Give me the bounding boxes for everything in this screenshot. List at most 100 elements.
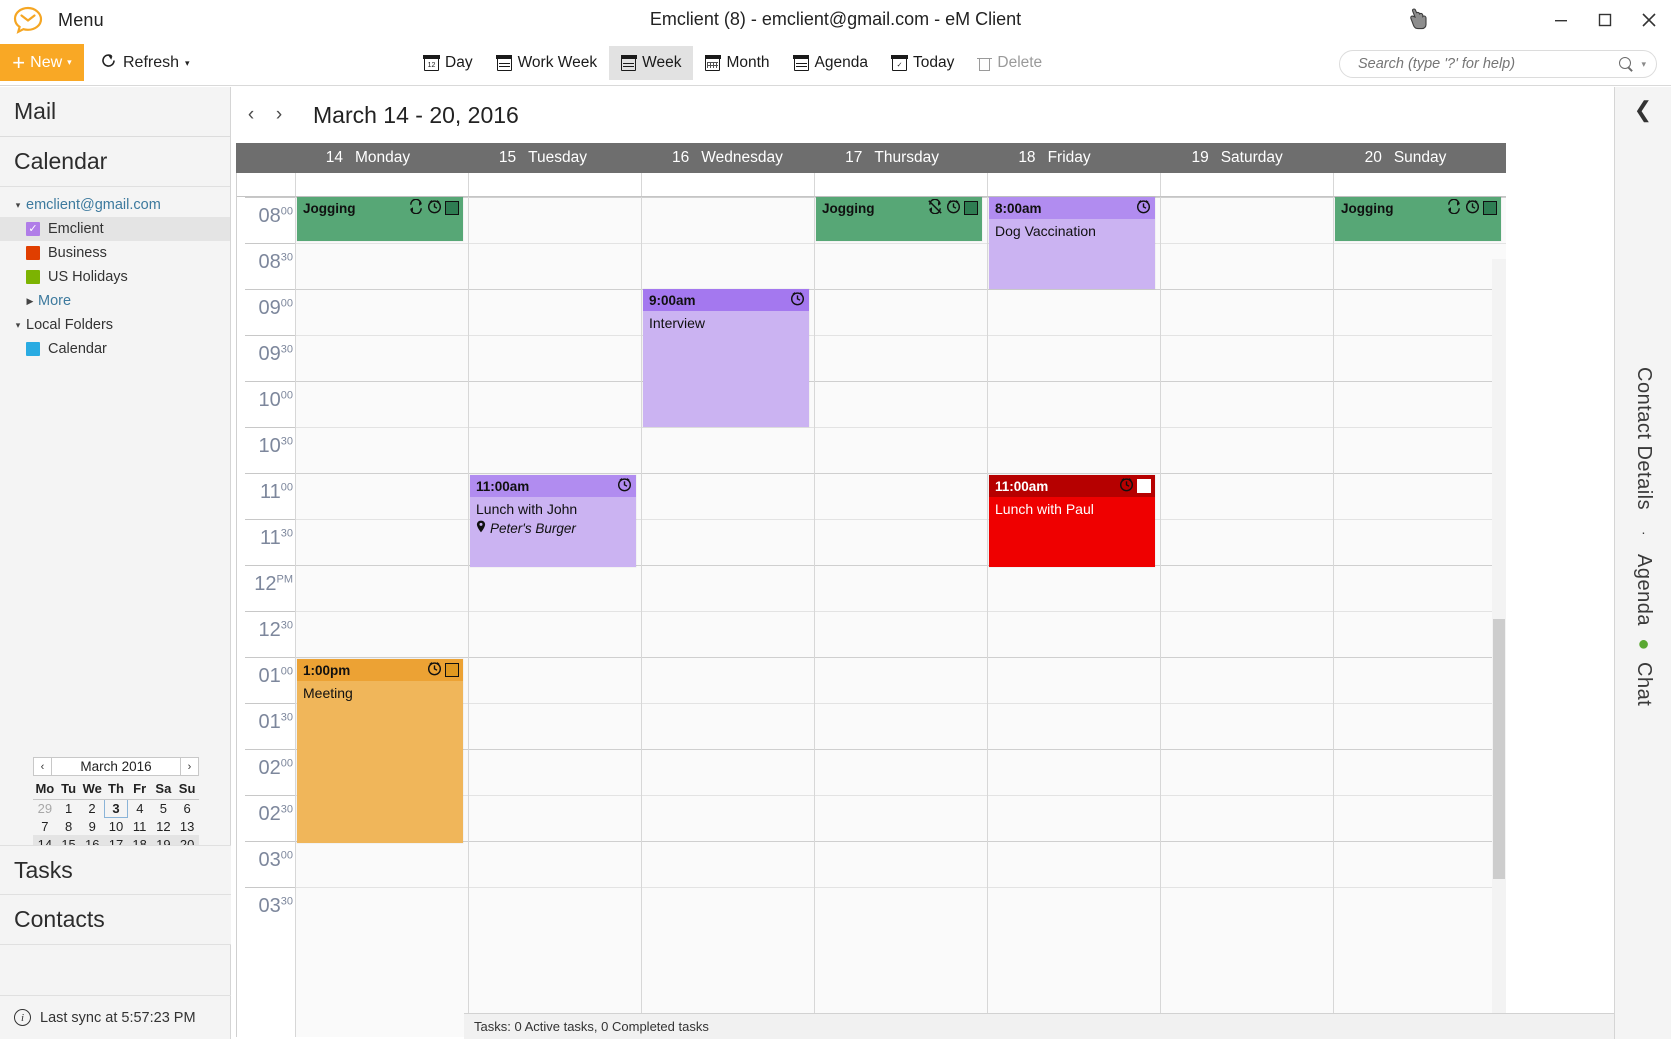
day-header-wednesday[interactable]: 16 Wednesday — [640, 143, 813, 173]
sidebar-section-calendar[interactable]: Calendar — [0, 137, 230, 187]
chevron-right-icon[interactable]: ▶ — [22, 296, 38, 307]
mini-calendar-day[interactable]: 11 — [128, 817, 152, 835]
view-button-today[interactable]: ✓ Today — [880, 46, 966, 80]
hour-gridline — [988, 381, 1160, 382]
chevron-down-icon[interactable]: ▾ — [10, 320, 26, 331]
search-box[interactable]: ▾ — [1339, 50, 1657, 78]
day-header-sunday[interactable]: 20 Sunday — [1332, 143, 1506, 173]
mini-calendar-day[interactable]: 9 — [80, 817, 104, 835]
search-input[interactable] — [1358, 56, 1620, 72]
half-hour-gridline — [1334, 335, 1506, 336]
all-day-cell[interactable] — [1333, 173, 1506, 196]
checkbox-emclient[interactable]: ✓ — [26, 222, 40, 236]
tree-account-emclient[interactable]: ▾ emclient@gmail.com — [0, 193, 230, 217]
hour-gridline — [296, 473, 468, 474]
mini-calendar-day[interactable]: 29 — [33, 799, 57, 817]
calendar-event[interactable]: Jogging — [1335, 197, 1501, 241]
mini-calendar-prev-button[interactable]: ‹ — [34, 758, 52, 775]
all-day-cell[interactable] — [295, 173, 468, 196]
search-chevron-down-icon[interactable]: ▾ — [1641, 59, 1646, 69]
calendar-event[interactable]: Jogging — [297, 197, 463, 241]
day-column-monday[interactable]: Jogging 1:00pm Meeting — [295, 197, 468, 1037]
chevron-down-icon[interactable]: ▾ — [10, 200, 26, 211]
view-button-month[interactable]: Month — [693, 46, 781, 80]
half-hour-gridline — [642, 519, 814, 520]
day-column-friday[interactable]: 8:00am Dog Vaccination 11:00am Lunch with P… — [987, 197, 1160, 1037]
tree-item-more[interactable]: ▶ More — [0, 289, 230, 313]
prev-week-button[interactable]: ‹ — [239, 100, 263, 130]
tree-item-local-calendar[interactable]: Calendar — [0, 337, 230, 361]
view-button-week[interactable]: Week — [609, 46, 694, 80]
mini-calendar-day[interactable]: 4 — [128, 799, 152, 817]
time-label: 0930 — [258, 343, 294, 365]
all-day-cell[interactable] — [814, 173, 987, 196]
delete-button[interactable]: Delete — [966, 46, 1054, 80]
color-swatch-us-holidays[interactable] — [26, 270, 40, 284]
color-swatch-local-calendar[interactable] — [26, 342, 40, 356]
time-row: 0830 — [245, 243, 295, 289]
day-name: Tuesday — [528, 149, 588, 166]
mini-calendar-day[interactable]: 2 — [80, 799, 104, 817]
day-column-sunday[interactable]: Jogging — [1333, 197, 1506, 1037]
tree-group-local-folders[interactable]: ▾ Local Folders — [0, 313, 230, 337]
calendar-event[interactable]: 11:00am Lunch with John Peter's Burger — [470, 475, 636, 567]
day-header-saturday[interactable]: 19 Saturday — [1159, 143, 1333, 173]
color-swatch-business[interactable] — [26, 246, 40, 260]
calendar-workweek-icon — [495, 54, 513, 71]
time-row: 0300 — [245, 841, 295, 887]
search-icon[interactable] — [1619, 56, 1634, 72]
tree-item-emclient[interactable]: ✓ Emclient — [0, 217, 230, 241]
calendar-event[interactable]: Jogging — [816, 197, 982, 241]
right-sidebar-item-chat[interactable]: Chat — [1632, 662, 1655, 706]
day-column-thursday[interactable]: Jogging — [814, 197, 987, 1037]
all-day-cell[interactable] — [987, 173, 1160, 196]
view-button-work-week[interactable]: Work Week — [485, 46, 610, 80]
day-name: Thursday — [874, 149, 940, 166]
calendar-event[interactable]: 8:00am Dog Vaccination — [989, 197, 1155, 289]
day-header-monday[interactable]: 14 Monday — [294, 143, 467, 173]
day-header-tuesday[interactable]: 15 Tuesday — [467, 143, 640, 173]
tree-item-business[interactable]: Business — [0, 241, 230, 265]
scrollbar-thumb[interactable] — [1493, 619, 1505, 879]
minimize-icon[interactable] — [1539, 0, 1583, 40]
sidebar-section-tasks[interactable]: Tasks — [0, 845, 231, 895]
new-button[interactable]: + New ▾ — [0, 44, 84, 81]
mini-calendar-day[interactable]: 8 — [57, 817, 81, 835]
mini-calendar-day[interactable]: 12 — [152, 817, 176, 835]
refresh-button[interactable]: Refresh ▾ — [100, 50, 190, 76]
all-day-cell[interactable] — [1160, 173, 1333, 196]
day-column-wednesday[interactable]: 9:00am Interview — [641, 197, 814, 1037]
clock-icon — [946, 199, 961, 217]
mini-calendar-day[interactable]: 13 — [175, 817, 199, 835]
calendar-event[interactable]: 9:00am Interview — [643, 289, 809, 427]
day-header-friday[interactable]: 18 Friday — [986, 143, 1160, 173]
hour-gridline — [815, 473, 987, 474]
day-header-thursday[interactable]: 17 Thursday — [813, 143, 986, 173]
maximize-icon[interactable] — [1583, 0, 1627, 40]
time-label: 0130 — [258, 711, 294, 733]
mini-calendar-day[interactable]: 10 — [104, 817, 128, 835]
calendar-scrollbar[interactable] — [1492, 259, 1506, 1037]
view-button-agenda[interactable]: Agenda — [782, 46, 880, 80]
next-week-button[interactable]: › — [267, 100, 291, 130]
all-day-cell[interactable] — [468, 173, 641, 196]
mini-calendar-day[interactable]: 6 — [175, 799, 199, 817]
close-icon[interactable] — [1627, 0, 1671, 40]
mini-calendar-day[interactable]: 1 — [57, 799, 81, 817]
calendar-event[interactable]: 1:00pm Meeting — [297, 659, 463, 843]
mini-calendar-day[interactable]: 7 — [33, 817, 57, 835]
day-column-saturday[interactable] — [1160, 197, 1333, 1037]
mini-calendar-next-button[interactable]: › — [180, 758, 198, 775]
mini-calendar-day-today[interactable]: 3 — [103, 798, 129, 818]
all-day-cell[interactable] — [641, 173, 814, 196]
sidebar-section-mail[interactable]: Mail — [0, 87, 230, 137]
mini-calendar-day[interactable]: 5 — [152, 799, 176, 817]
calendar-event[interactable]: 11:00am Lunch with Paul — [989, 475, 1155, 567]
right-sidebar-collapse-button[interactable]: ❮ — [1615, 87, 1671, 133]
day-column-tuesday[interactable]: 11:00am Lunch with John Peter's Burger — [468, 197, 641, 1037]
view-button-day[interactable]: 12 Day — [412, 46, 485, 80]
sidebar-section-contacts[interactable]: Contacts — [0, 895, 231, 945]
right-sidebar-item-contact-details[interactable]: Contact Details — [1632, 367, 1655, 510]
right-sidebar-item-agenda[interactable]: Agenda — [1632, 554, 1655, 626]
tree-item-us-holidays[interactable]: US Holidays — [0, 265, 230, 289]
